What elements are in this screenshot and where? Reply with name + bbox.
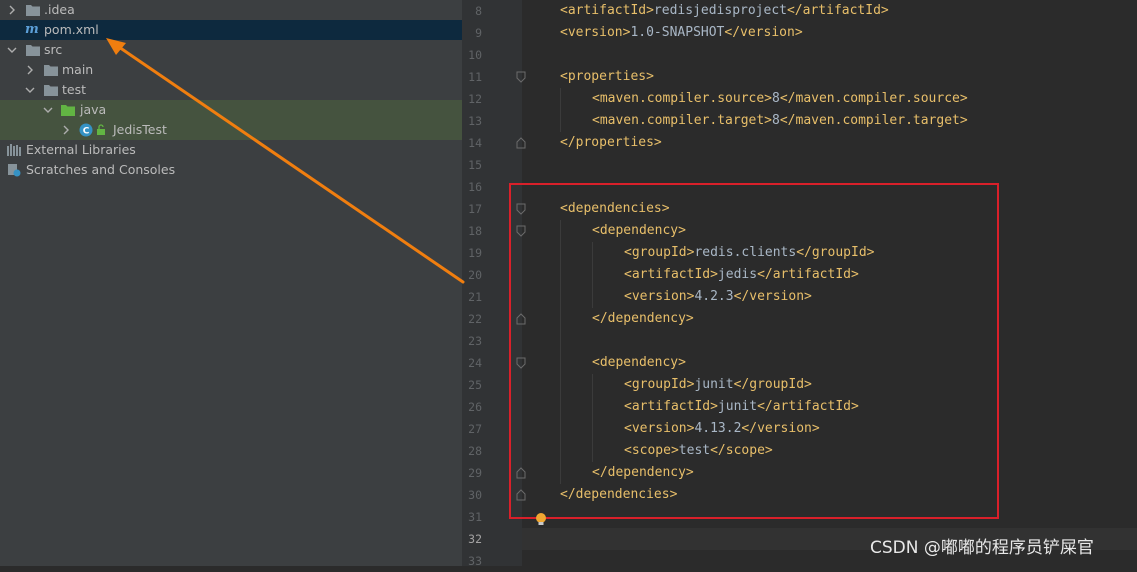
scratches-icon [7,160,23,180]
line-number: 27 [468,422,482,436]
line-number: 18 [468,224,482,238]
chevron-down-icon[interactable] [42,100,54,120]
code-line[interactable]: <maven.compiler.source>8</maven.compiler… [592,88,968,110]
tree-item-main[interactable]: main [0,60,462,80]
xml-open-tag: <maven.compiler.source> [592,91,773,106]
tree-item-external-libraries[interactable]: External Libraries [0,140,462,160]
fold-open-icon[interactable] [516,71,526,83]
line-number: 19 [468,246,482,260]
xml-close-tag: </maven.compiler.source> [779,91,968,106]
tree-item-label: Scratches and Consoles [26,162,176,177]
code-line[interactable]: <version>1.0-SNAPSHOT</version> [560,22,803,44]
xml-text: 8 [772,91,780,106]
java-class-icon: C [79,120,95,140]
tree-item-label: pom.xml [44,22,99,37]
svg-text:C: C [83,127,90,137]
watermark: CSDN @嘟嘟的程序员铲屎官 [870,538,1094,558]
xml-open-tag: <artifactId> [560,3,654,18]
line-number: 8 [475,4,482,18]
line-number: 12 [468,92,482,106]
unlock-icon [96,120,112,140]
xml-close-tag: </maven.compiler.target> [779,113,968,128]
tree-item-pom-xml[interactable]: m pom.xml [0,20,462,40]
highlight-box [509,183,999,519]
tree-item-src[interactable]: src [0,40,462,60]
line-number: 16 [468,180,482,194]
tree-item-idea[interactable]: .idea [0,0,462,20]
line-number: 32 [468,532,482,546]
code-line[interactable]: <properties> [560,66,654,88]
tree-item-java[interactable]: java [0,100,462,120]
line-number: 10 [468,48,482,62]
line-number: 9 [475,26,482,40]
lightbulb-icon[interactable] [535,512,547,528]
tree-item-label: main [62,62,94,77]
chevron-right-icon[interactable] [60,120,72,140]
tree-item-label: test [62,82,87,97]
xml-open-tag: </properties> [560,135,662,150]
folder-icon [26,0,42,20]
line-number: 20 [468,268,482,282]
folder-icon [26,40,42,60]
tree-item-scratches-and-consoles[interactable]: Scratches and Consoles [0,160,462,180]
line-number: 15 [468,158,482,172]
indent-guide [560,88,561,132]
xml-open-tag: <version> [560,25,631,40]
line-number: 17 [468,202,482,216]
tree-item-label: src [44,42,63,57]
tree-item-label: JedisTest [113,122,167,137]
fold-close-icon[interactable] [516,137,526,149]
folder-icon [44,80,60,100]
test-source-folder-icon [61,100,77,120]
xml-open-tag: <maven.compiler.target> [592,113,773,128]
line-number: 21 [468,290,482,304]
tree-item-label: External Libraries [26,142,136,157]
line-number: 23 [468,334,482,348]
tree-item-jedistest[interactable]: C JedisTest [0,120,462,140]
line-number: 25 [468,378,482,392]
line-number: 29 [468,466,482,480]
tree-item-label: .idea [44,2,75,17]
maven-file-icon: m [25,22,39,37]
line-number: 11 [468,70,482,84]
xml-text: redisjedisproject [653,3,787,18]
code-line[interactable]: <maven.compiler.target>8</maven.compiler… [592,110,968,132]
chevron-right-icon[interactable] [6,0,18,20]
xml-close-tag: </version> [724,25,803,40]
xml-open-tag: <properties> [560,69,654,84]
line-number: 30 [468,488,482,502]
tree-item-label: java [80,102,107,117]
line-number: 13 [468,114,482,128]
line-number: 22 [468,312,482,326]
code-line[interactable]: <artifactId>redisjedisproject</artifactI… [560,0,889,22]
xml-close-tag: </artifactId> [786,3,889,18]
code-line[interactable]: </properties> [560,132,662,154]
line-number: 14 [468,136,482,150]
line-number: 33 [468,554,482,568]
line-number: 26 [468,400,482,414]
chevron-down-icon[interactable] [24,80,36,100]
line-number: 24 [468,356,482,370]
line-number: 28 [468,444,482,458]
xml-text: 1.0-SNAPSHOT [630,25,725,40]
project-tool-window: .idea m pom.xml src main test java C Jed… [0,0,462,566]
folder-icon [44,60,60,80]
line-number: 31 [468,510,482,524]
chevron-down-icon[interactable] [6,40,18,60]
libraries-icon [7,140,23,160]
xml-text: 8 [772,113,780,128]
chevron-right-icon[interactable] [24,60,36,80]
tree-item-test[interactable]: test [0,80,462,100]
